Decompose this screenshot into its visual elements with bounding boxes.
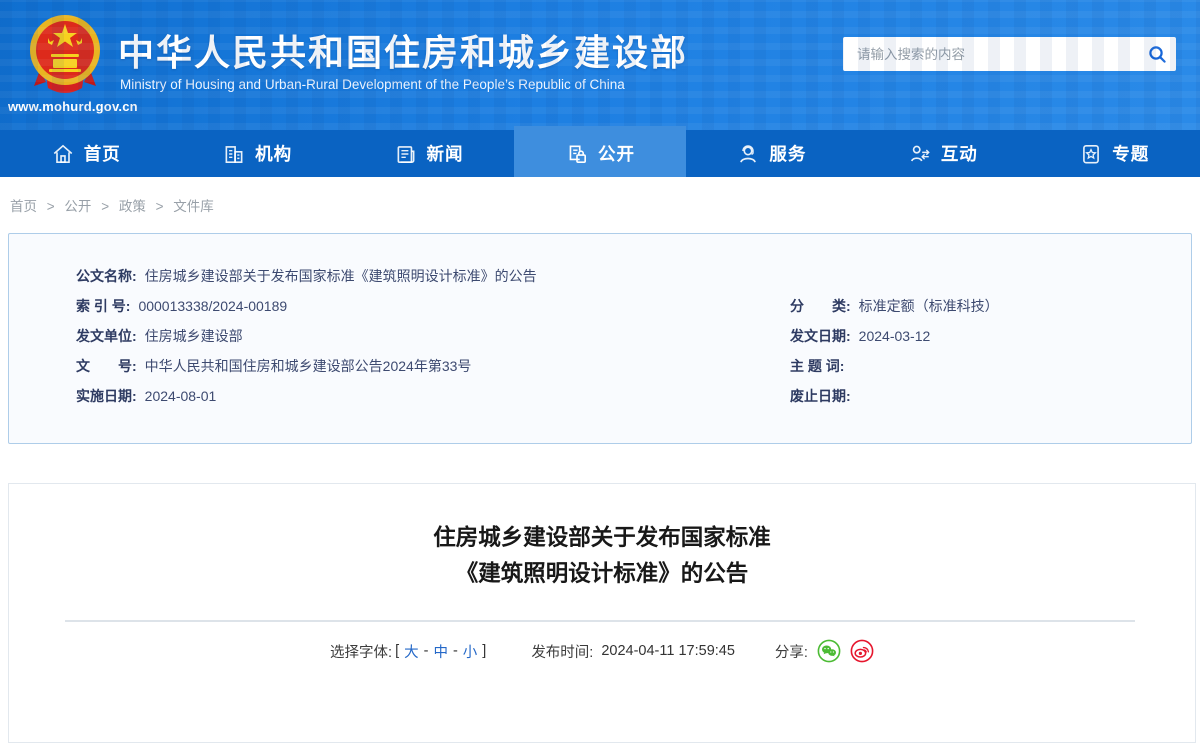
publish-time-value: 2024-04-11 17:59:45	[601, 643, 735, 659]
organization-icon	[222, 142, 246, 166]
nav-item-interaction[interactable]: 互动	[857, 130, 1028, 177]
meta-row: 实施日期: 2024-08-01 废止日期:	[76, 388, 851, 404]
breadcrumb-library[interactable]: 文件库	[173, 199, 214, 214]
national-emblem-icon	[30, 15, 100, 93]
news-icon	[394, 142, 418, 166]
font-size-medium[interactable]: 中	[433, 641, 448, 662]
article-title: 住房城乡建设部关于发布国家标准 《建筑照明设计标准》的公告	[433, 525, 771, 586]
home-icon	[51, 142, 75, 166]
nav-item-topics[interactable]: 专题	[1029, 130, 1200, 177]
site-header: www.mohurd.gov.cn 中华人民共和国住房和城乡建设部 Minist…	[0, 0, 1200, 130]
interaction-icon	[908, 142, 932, 166]
article-panel: 住房城乡建设部关于发布国家标准 《建筑照明设计标准》的公告 选择字体: [ 大 …	[8, 483, 1196, 743]
nav-item-organization[interactable]: 机构	[171, 130, 342, 177]
search-icon[interactable]	[1138, 37, 1176, 71]
nav-item-news[interactable]: 新闻	[343, 130, 514, 177]
wechat-icon[interactable]	[817, 639, 841, 663]
weibo-icon[interactable]	[850, 639, 874, 663]
meta-row: 索 引 号: 000013338/2024-00189 分 类: 标准定额（标准…	[76, 298, 999, 314]
breadcrumb-disclosure[interactable]: 公开	[64, 199, 91, 214]
site-title-en: Ministry of Housing and Urban-Rural Deve…	[120, 77, 625, 92]
title-divider	[65, 620, 1135, 622]
site-url: www.mohurd.gov.cn	[8, 99, 138, 114]
meta-row-name: 公文名称: 住房城乡建设部关于发布国家标准《建筑照明设计标准》的公告	[76, 268, 537, 284]
share-label: 分享:	[774, 644, 808, 661]
font-select-label: 选择字体:	[330, 644, 393, 661]
topics-icon	[1079, 142, 1103, 166]
breadcrumb: 首页 > 公开 > 政策 > 文件库	[10, 199, 214, 214]
site-title-cn: 中华人民共和国住房和城乡建设部	[118, 32, 689, 73]
search-input[interactable]	[843, 37, 1138, 71]
search-bar	[843, 37, 1176, 71]
breadcrumb-policy[interactable]: 政策	[119, 199, 146, 214]
article-info-row: 选择字体: [ 大 - 中 - 小 ] 发布时间: 2024-04-11 17:…	[9, 639, 1195, 663]
font-size-large[interactable]: 大	[404, 641, 419, 662]
meta-row: 文 号: 中华人民共和国住房和城乡建设部公告2024年第33号 主 题 词:	[76, 358, 845, 374]
nav-item-service[interactable]: 服务	[686, 130, 857, 177]
meta-row: 发文单位: 住房城乡建设部 发文日期: 2024-03-12	[76, 328, 931, 344]
nav-item-disclosure[interactable]: 公开	[514, 126, 686, 177]
main-nav: 首页 机构 新闻 公开 服务 互动 专题	[0, 126, 1200, 177]
document-meta-panel: 公文名称: 住房城乡建设部关于发布国家标准《建筑照明设计标准》的公告 索 引 号…	[8, 233, 1192, 444]
service-icon	[736, 142, 760, 166]
share-group: 分享:	[775, 639, 874, 663]
disclosure-icon	[565, 142, 589, 166]
publish-time-label: 发布时间:	[531, 644, 594, 661]
font-size-small[interactable]: 小	[463, 641, 478, 662]
nav-item-home[interactable]: 首页	[0, 130, 171, 177]
breadcrumb-home[interactable]: 首页	[10, 199, 37, 214]
